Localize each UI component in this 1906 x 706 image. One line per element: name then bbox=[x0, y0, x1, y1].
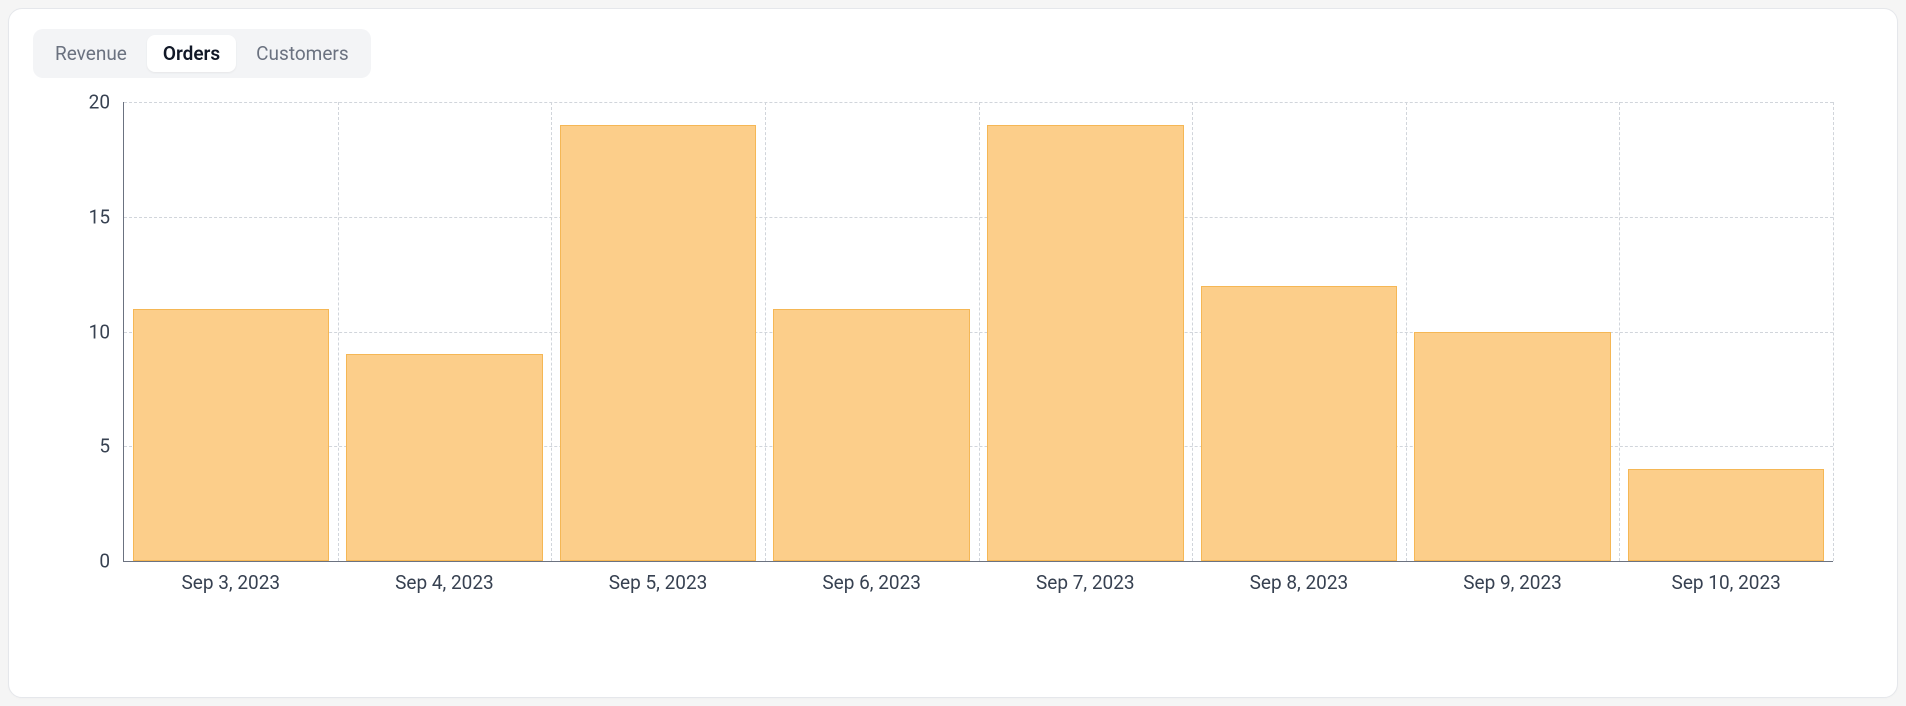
bar-slot: Sep 3, 2023 bbox=[124, 102, 338, 561]
bar-slot: Sep 9, 2023 bbox=[1406, 102, 1620, 561]
bars-container: Sep 3, 2023Sep 4, 2023Sep 5, 2023Sep 6, … bbox=[124, 102, 1833, 561]
x-tick-label: Sep 8, 2023 bbox=[1250, 561, 1349, 594]
x-tick-label: Sep 9, 2023 bbox=[1463, 561, 1562, 594]
chart-card: Revenue Orders Customers 05101520Sep 3, … bbox=[8, 8, 1898, 698]
y-tick-label: 15 bbox=[89, 205, 124, 228]
x-tick-label: Sep 10, 2023 bbox=[1672, 561, 1781, 594]
bar[interactable] bbox=[1201, 286, 1398, 561]
bar[interactable] bbox=[773, 309, 970, 561]
y-tick-label: 20 bbox=[89, 91, 124, 114]
tab-revenue[interactable]: Revenue bbox=[39, 35, 143, 72]
x-tick-label: Sep 6, 2023 bbox=[822, 561, 921, 594]
tab-orders[interactable]: Orders bbox=[147, 35, 236, 72]
x-tick-label: Sep 7, 2023 bbox=[1036, 561, 1135, 594]
y-tick-label: 5 bbox=[99, 435, 124, 458]
bar-slot: Sep 5, 2023 bbox=[551, 102, 765, 561]
metric-tabs: Revenue Orders Customers bbox=[33, 29, 371, 78]
bar[interactable] bbox=[560, 125, 757, 561]
y-tick-label: 0 bbox=[99, 550, 124, 573]
bar-slot: Sep 4, 2023 bbox=[338, 102, 552, 561]
x-tick-label: Sep 3, 2023 bbox=[182, 561, 281, 594]
vgridline bbox=[1833, 102, 1834, 561]
bar-chart: 05101520Sep 3, 2023Sep 4, 2023Sep 5, 202… bbox=[123, 102, 1833, 562]
bar[interactable] bbox=[1414, 332, 1611, 562]
bar-slot: Sep 7, 2023 bbox=[979, 102, 1193, 561]
y-tick-label: 10 bbox=[89, 320, 124, 343]
bar[interactable] bbox=[346, 354, 543, 561]
x-tick-label: Sep 5, 2023 bbox=[609, 561, 708, 594]
tab-customers[interactable]: Customers bbox=[240, 35, 365, 72]
bar-slot: Sep 8, 2023 bbox=[1192, 102, 1406, 561]
bar-slot: Sep 10, 2023 bbox=[1619, 102, 1833, 561]
x-tick-label: Sep 4, 2023 bbox=[395, 561, 494, 594]
chart-area: 05101520Sep 3, 2023Sep 4, 2023Sep 5, 202… bbox=[33, 102, 1873, 669]
bar[interactable] bbox=[987, 125, 1184, 561]
bar[interactable] bbox=[1628, 469, 1825, 561]
bar-slot: Sep 6, 2023 bbox=[765, 102, 979, 561]
bar[interactable] bbox=[133, 309, 330, 561]
